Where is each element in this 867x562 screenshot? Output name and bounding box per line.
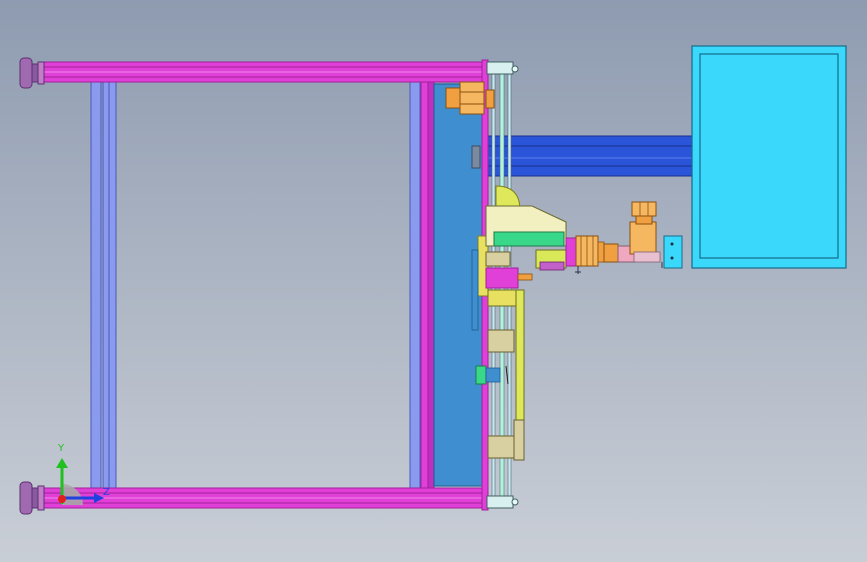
assembly-drawing <box>19 45 847 515</box>
carriage-assembly <box>477 185 567 297</box>
rod-bracket-bottom <box>486 495 519 509</box>
cabinet-door <box>699 53 839 259</box>
top-frame-beam <box>43 61 487 83</box>
right-post-blue <box>409 81 421 491</box>
cad-viewport[interactable]: Y Z <box>0 0 867 562</box>
left-frame-posts <box>90 81 117 491</box>
slide-block-upper <box>487 329 515 353</box>
right-post-magenta-b <box>427 81 435 491</box>
bottom-frame-beam <box>43 487 487 509</box>
left-post-outer <box>90 81 102 491</box>
axis-y-label: Y <box>58 443 65 454</box>
axis-z-label: Z <box>103 487 110 498</box>
rod-bracket-top <box>486 61 519 75</box>
control-cabinet[interactable] <box>691 45 847 269</box>
right-frame-posts <box>409 81 435 491</box>
blue-cross-beam <box>471 135 695 177</box>
slide-block-lower <box>487 435 515 459</box>
leveling-foot-top <box>19 57 45 89</box>
right-post-magenta-a <box>420 81 429 491</box>
leveling-foot-bottom <box>19 481 45 515</box>
